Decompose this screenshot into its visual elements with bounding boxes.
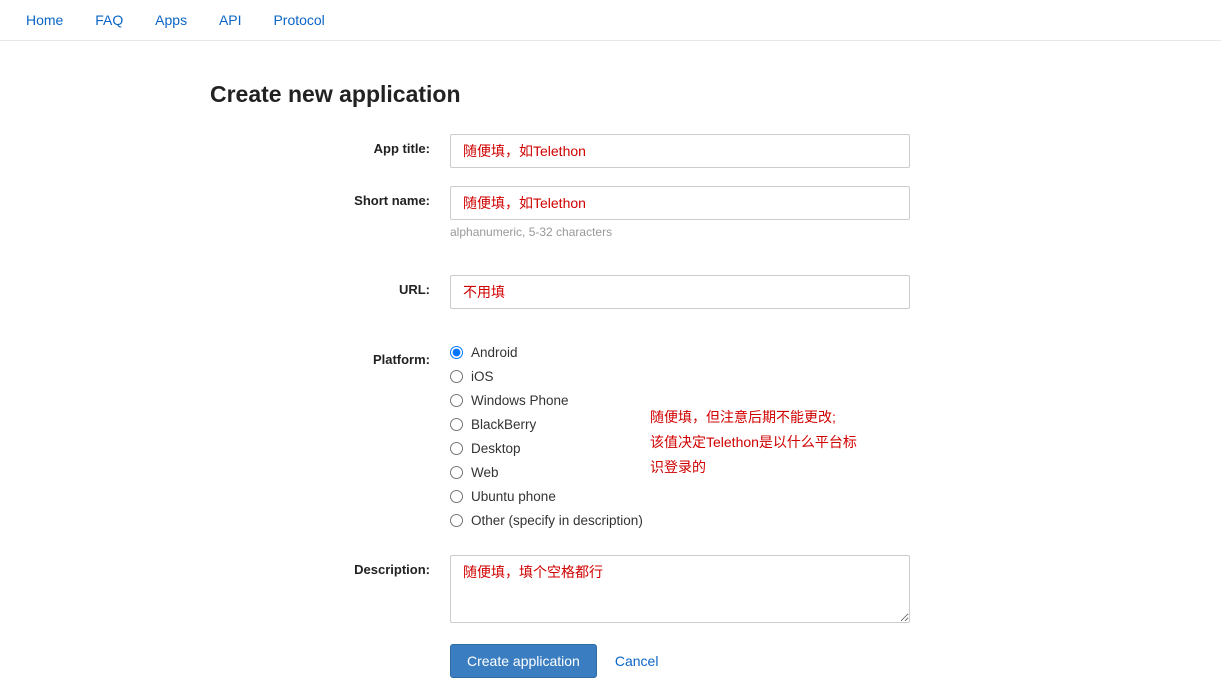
radio-item-ios[interactable]: iOS (450, 369, 910, 384)
label-description: Description: (210, 555, 450, 626)
top-navbar: Home FAQ Apps API Protocol (0, 0, 1221, 41)
platform-options: 随便填，但注意后期不能更改;该值决定Telethon是以什么平台标识登录的 An… (450, 345, 910, 537)
label-platform: Platform: (210, 345, 450, 537)
radio-label[interactable]: Android (471, 345, 518, 360)
nav-api[interactable]: API (205, 8, 256, 32)
row-description: Description: (210, 555, 990, 626)
nav-apps[interactable]: Apps (141, 8, 201, 32)
radio-windows-phone[interactable] (450, 394, 463, 407)
radio-ios[interactable] (450, 370, 463, 383)
label-url: URL: (210, 275, 450, 309)
radio-label[interactable]: Other (specify in description) (471, 513, 643, 528)
input-short-name[interactable] (450, 186, 910, 220)
page-title: Create new application (210, 81, 990, 108)
radio-label[interactable]: BlackBerry (471, 417, 536, 432)
textarea-description[interactable] (450, 555, 910, 623)
label-short-name: Short name: (210, 186, 450, 239)
radio-blackberry[interactable] (450, 418, 463, 431)
input-url[interactable] (450, 275, 910, 309)
radio-label[interactable]: Ubuntu phone (471, 489, 556, 504)
label-app-title: App title: (210, 134, 450, 168)
nav-home[interactable]: Home (12, 8, 77, 32)
radio-item-android[interactable]: Android (450, 345, 910, 360)
main-container: Create new application App title: Short … (210, 81, 990, 678)
radio-desktop[interactable] (450, 442, 463, 455)
row-url: URL: (210, 275, 990, 309)
help-short-name: alphanumeric, 5-32 characters (450, 225, 910, 239)
row-short-name: Short name: alphanumeric, 5-32 character… (210, 186, 990, 239)
radio-item-ubuntu-phone[interactable]: Ubuntu phone (450, 489, 910, 504)
radio-label[interactable]: Web (471, 465, 499, 480)
input-app-title[interactable] (450, 134, 910, 168)
radio-label[interactable]: Windows Phone (471, 393, 569, 408)
annotation-platform: 随便填，但注意后期不能更改;该值决定Telethon是以什么平台标识登录的 (650, 405, 870, 481)
nav-protocol[interactable]: Protocol (259, 8, 338, 32)
nav-faq[interactable]: FAQ (81, 8, 137, 32)
radio-item-other-specify-in-description-[interactable]: Other (specify in description) (450, 513, 910, 528)
row-app-title: App title: (210, 134, 990, 168)
radio-other-specify-in-description-[interactable] (450, 514, 463, 527)
cancel-button[interactable]: Cancel (615, 653, 659, 669)
radio-label[interactable]: Desktop (471, 441, 521, 456)
radio-android[interactable] (450, 346, 463, 359)
radio-label[interactable]: iOS (471, 369, 494, 384)
radio-web[interactable] (450, 466, 463, 479)
radio-ubuntu-phone[interactable] (450, 490, 463, 503)
button-row: Create application Cancel (450, 644, 990, 678)
create-application-button[interactable]: Create application (450, 644, 597, 678)
row-platform: Platform: 随便填，但注意后期不能更改;该值决定Telethon是以什么… (210, 345, 990, 537)
